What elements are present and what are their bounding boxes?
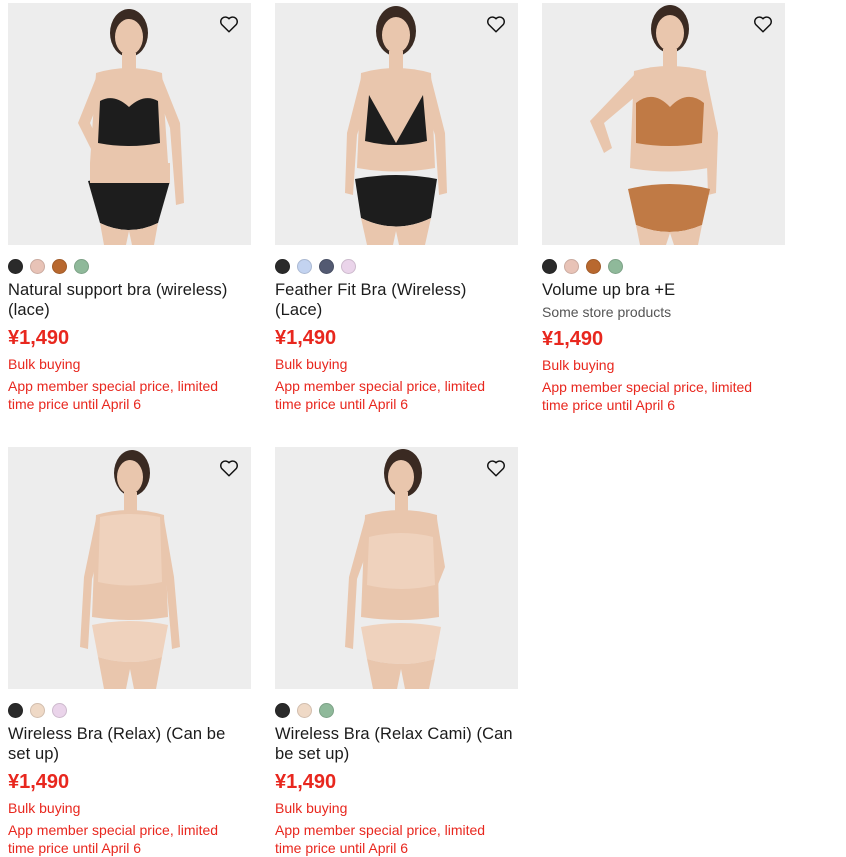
promo-text: App member special price, limited time p… xyxy=(275,378,486,412)
bulk-buying-label: Bulk buying xyxy=(275,800,348,816)
color-swatches xyxy=(542,258,785,274)
bulk-buying-label: Bulk buying xyxy=(8,800,81,816)
heart-icon[interactable] xyxy=(753,15,773,33)
color-swatch[interactable] xyxy=(586,258,601,274)
color-swatch[interactable] xyxy=(608,258,623,274)
product-image[interactable] xyxy=(542,3,785,245)
color-swatches xyxy=(275,258,518,274)
promo-text: App member special price, limited time p… xyxy=(8,822,219,856)
product-card[interactable]: Volume up bra +E Some store products ¥1,… xyxy=(542,3,785,414)
color-swatch[interactable] xyxy=(74,258,89,274)
heart-icon[interactable] xyxy=(486,459,506,477)
product-card[interactable]: Wireless Bra (Relax Cami) (Can be set up… xyxy=(275,447,518,857)
color-swatch[interactable] xyxy=(542,258,557,274)
color-swatch[interactable] xyxy=(30,702,45,718)
product-image[interactable] xyxy=(8,447,251,689)
heart-icon[interactable] xyxy=(219,15,239,33)
color-swatch[interactable] xyxy=(275,702,290,718)
promo-text: App member special price, limited time p… xyxy=(275,822,486,856)
product-image[interactable] xyxy=(275,447,518,689)
bulk-buying-label: Bulk buying xyxy=(8,356,81,372)
bulk-buying-label: Bulk buying xyxy=(542,357,615,373)
color-swatch[interactable] xyxy=(275,258,290,274)
product-price: ¥1,490 xyxy=(275,327,337,349)
model-photo xyxy=(80,450,180,689)
product-name[interactable]: Feather Fit Bra (Wireless) (Lace) xyxy=(275,280,518,320)
color-swatch[interactable] xyxy=(564,258,579,274)
model-photo xyxy=(345,449,445,689)
color-swatch[interactable] xyxy=(8,258,23,274)
color-swatch[interactable] xyxy=(30,258,45,274)
product-price: ¥1,490 xyxy=(8,771,70,793)
product-name[interactable]: Volume up bra +E xyxy=(542,280,785,300)
color-swatch[interactable] xyxy=(341,258,356,274)
model-photo xyxy=(590,5,718,245)
color-swatches xyxy=(8,258,251,274)
promo-text: App member special price, limited time p… xyxy=(8,378,219,412)
color-swatch[interactable] xyxy=(52,702,67,718)
color-swatch[interactable] xyxy=(319,702,334,718)
product-card[interactable]: Natural support bra (wireless) (lace) ¥1… xyxy=(8,3,251,413)
product-name[interactable]: Wireless Bra (Relax) (Can be set up) xyxy=(8,724,251,764)
color-swatch[interactable] xyxy=(8,702,23,718)
model-photo xyxy=(78,9,184,245)
heart-icon[interactable] xyxy=(486,15,506,33)
product-image[interactable] xyxy=(275,3,518,245)
color-swatch[interactable] xyxy=(52,258,67,274)
product-price: ¥1,490 xyxy=(542,328,604,350)
product-name[interactable]: Wireless Bra (Relax Cami) (Can be set up… xyxy=(275,724,518,764)
color-swatches xyxy=(275,702,518,718)
product-name[interactable]: Natural support bra (wireless) (lace) xyxy=(8,280,251,320)
product-card[interactable]: Wireless Bra (Relax) (Can be set up) ¥1,… xyxy=(8,447,251,857)
model-photo xyxy=(345,6,447,245)
availability-note: Some store products xyxy=(542,304,672,320)
color-swatch[interactable] xyxy=(319,258,334,274)
product-card[interactable]: Feather Fit Bra (Wireless) (Lace) ¥1,490… xyxy=(275,3,518,413)
heart-icon[interactable] xyxy=(219,459,239,477)
product-price: ¥1,490 xyxy=(275,771,337,793)
color-swatch[interactable] xyxy=(297,258,312,274)
promo-text: App member special price, limited time p… xyxy=(542,379,753,413)
color-swatch[interactable] xyxy=(297,702,312,718)
bulk-buying-label: Bulk buying xyxy=(275,356,348,372)
product-price: ¥1,490 xyxy=(8,327,70,349)
product-image[interactable] xyxy=(8,3,251,245)
product-grid: Natural support bra (wireless) (lace) ¥1… xyxy=(8,3,838,856)
color-swatches xyxy=(8,702,251,718)
